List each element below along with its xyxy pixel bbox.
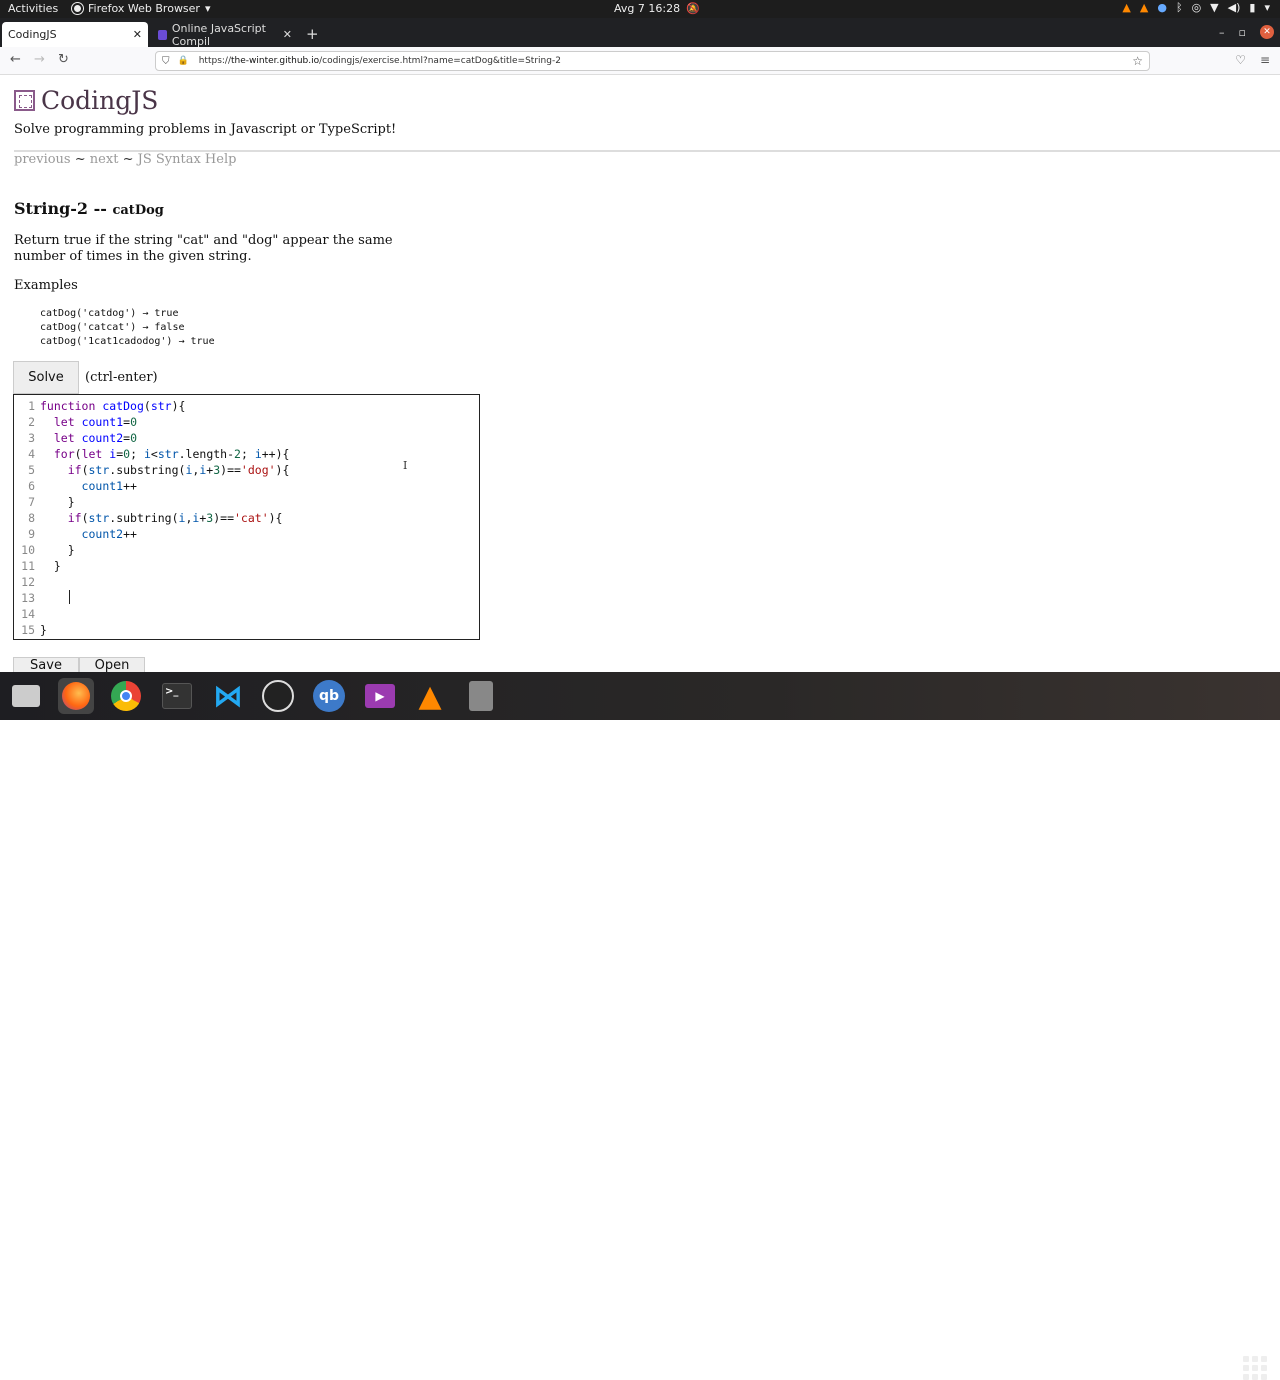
site-logo[interactable]: CodingJS [14, 86, 158, 115]
clock[interactable]: Avg 7 16:28 🔕 [614, 2, 700, 15]
nav-separator: ~ [74, 152, 86, 167]
code-line: 8 if(str.subtring(i,i+3)=='cat'){ [28, 511, 283, 525]
code-line: 14 [21, 607, 35, 621]
pocket-icon[interactable]: ♡ [1235, 53, 1246, 67]
code-line: 3 let count2=0 [28, 431, 137, 445]
save-button[interactable]: Save [13, 657, 79, 672]
drive-icon[interactable] [463, 678, 499, 714]
tab-online-js-compiler[interactable]: Online JavaScript Compil ✕ [152, 21, 298, 48]
app-menu-label: Firefox Web Browser [88, 2, 200, 15]
window-controls: – ▫ ✕ [1219, 25, 1274, 39]
notification-bell-icon: 🔕 [686, 2, 700, 15]
mouse-ibeam-icon: I [403, 459, 408, 472]
page-content: CodingJS Solve programming problems in J… [0, 76, 1280, 672]
shield-icon: ⛉ [162, 55, 170, 67]
open-button[interactable]: Open [79, 657, 145, 672]
code-line: 12 [21, 575, 35, 589]
dock: >_ ⋈ qb ▶ ▲ [0, 672, 1280, 1380]
vlc-tray-icon-2: ▲ [1139, 1, 1149, 14]
exercise-nav: previous ~ next ~ JS Syntax Help [14, 152, 236, 167]
close-tab-icon[interactable]: ✕ [283, 28, 292, 41]
tagline: Solve programming problems in Javascript… [14, 122, 397, 137]
terminal-icon[interactable]: >_ [159, 678, 195, 714]
back-arrow-icon[interactable]: ← [10, 52, 21, 67]
vlc-icon[interactable]: ▲ [412, 678, 448, 714]
reload-icon[interactable]: ↻ [58, 52, 69, 67]
battery-icon: ▮ [1249, 1, 1256, 14]
code-line: 5 if(str.substring(i,i+3)=='dog'){ [28, 463, 290, 477]
system-tray[interactable]: ▲ ▲ ● ᛒ ◎ ▼ ◀) ▮ ▾ [1122, 1, 1270, 14]
maximize-icon[interactable]: ▫ [1239, 26, 1246, 39]
wifi-icon: ▼ [1210, 1, 1219, 14]
system-menu-arrow-icon: ▾ [1264, 1, 1270, 14]
code-line: 1 function catDog(str){ [28, 399, 186, 413]
solve-shortcut-hint: (ctrl-enter) [85, 370, 158, 385]
window-close-icon[interactable]: ✕ [1260, 25, 1274, 39]
system-top-bar: Activities Firefox Web Browser ▾ Avg 7 1… [0, 0, 1280, 18]
toolbar-right: ♡ ≡ [1235, 53, 1270, 67]
show-apps-grid-icon[interactable] [1243, 1356, 1267, 1380]
exercise-function-name: catDog [112, 203, 164, 218]
firefox-icon [72, 3, 83, 14]
minimize-icon[interactable]: – [1219, 26, 1225, 39]
qbittorrent-icon[interactable]: qb [311, 678, 347, 714]
text-cursor [69, 590, 70, 604]
code-line: 11 } [21, 559, 61, 573]
examples-label: Examples [14, 278, 78, 293]
solve-button[interactable]: Solve [13, 361, 79, 394]
previous-link[interactable]: previous [14, 152, 71, 167]
close-tab-icon[interactable]: ✕ [133, 28, 142, 41]
code-line: 9 count2++ [28, 527, 137, 541]
tab-label: Online JavaScript Compil [171, 21, 266, 48]
vscode-icon[interactable]: ⋈ [210, 678, 246, 714]
url-text: https://the-winter.github.io/codingjs/ex… [198, 56, 561, 66]
firefox-icon[interactable] [58, 678, 94, 714]
code-editor[interactable]: 1 function catDog(str){ 2 let count1=0 3 … [13, 394, 480, 640]
clock-label: Avg 7 16:28 [614, 2, 681, 15]
code-line: 2 let count1=0 [28, 415, 137, 429]
video-icon[interactable]: ▶ [362, 678, 398, 714]
hamburger-menu-icon[interactable]: ≡ [1260, 53, 1270, 67]
activities-button[interactable]: Activities [8, 2, 58, 15]
obs-icon[interactable] [260, 678, 296, 714]
exercise-title: String-2 -- catDog [14, 199, 164, 218]
bluetooth-icon: ᛒ [1175, 1, 1183, 14]
js-syntax-help-link[interactable]: JS Syntax Help [138, 152, 237, 167]
code-line: 13 [21, 591, 35, 605]
code-line: 6 count1++ [28, 479, 137, 493]
logo-text: CodingJS [41, 86, 159, 115]
tab-label: CodingJS [8, 28, 57, 41]
lock-icon: 🔒 [177, 56, 189, 66]
code-line: 10 } [21, 543, 75, 557]
browser-tab-bar: CodingJS ✕ Online JavaScript Compil ✕ + … [0, 18, 1280, 48]
new-tab-plus-icon[interactable]: + [306, 25, 319, 43]
example-item: catDog('catcat') → false [40, 322, 185, 333]
files-icon[interactable] [8, 678, 44, 714]
examples-list: catDog('catdog') → true catDog('catcat')… [40, 307, 215, 349]
logo-icon [14, 90, 35, 111]
vlc-tray-icon: ▲ [1122, 1, 1131, 14]
app-menu[interactable]: Firefox Web Browser ▾ [72, 2, 211, 15]
bookmark-star-icon[interactable]: ☆ [1132, 54, 1143, 68]
code-line: 7 } [28, 495, 75, 509]
chrome-tray-icon: ◎ [1191, 1, 1202, 14]
code-line: 4 for(let i=0; i<str.length-2; i++){ [28, 447, 290, 461]
url-bar[interactable]: ⛉ 🔒 https://the-winter.github.io/codingj… [155, 51, 1150, 71]
tab-codingjs[interactable]: CodingJS ✕ [2, 22, 148, 47]
nav-separator: ~ [122, 152, 134, 167]
example-item: catDog('catdog') → true [40, 308, 179, 319]
chrome-icon[interactable] [108, 678, 144, 714]
volume-icon: ◀) [1227, 1, 1241, 14]
next-link[interactable]: next [90, 152, 119, 167]
file-buttons: Save Open [13, 657, 145, 672]
navigation-toolbar: ← → ↻ ⛉ 🔒 https://the-winter.github.io/c… [0, 47, 1280, 75]
favicon-icon [158, 29, 167, 40]
code-line: 15} [21, 623, 47, 637]
forward-arrow-icon[interactable]: → [34, 52, 45, 67]
example-item: catDog('1cat1cadodog') → true [40, 336, 215, 347]
app-tray-icon: ● [1157, 1, 1167, 14]
exercise-description: Return true if the string "cat" and "dog… [14, 233, 393, 264]
